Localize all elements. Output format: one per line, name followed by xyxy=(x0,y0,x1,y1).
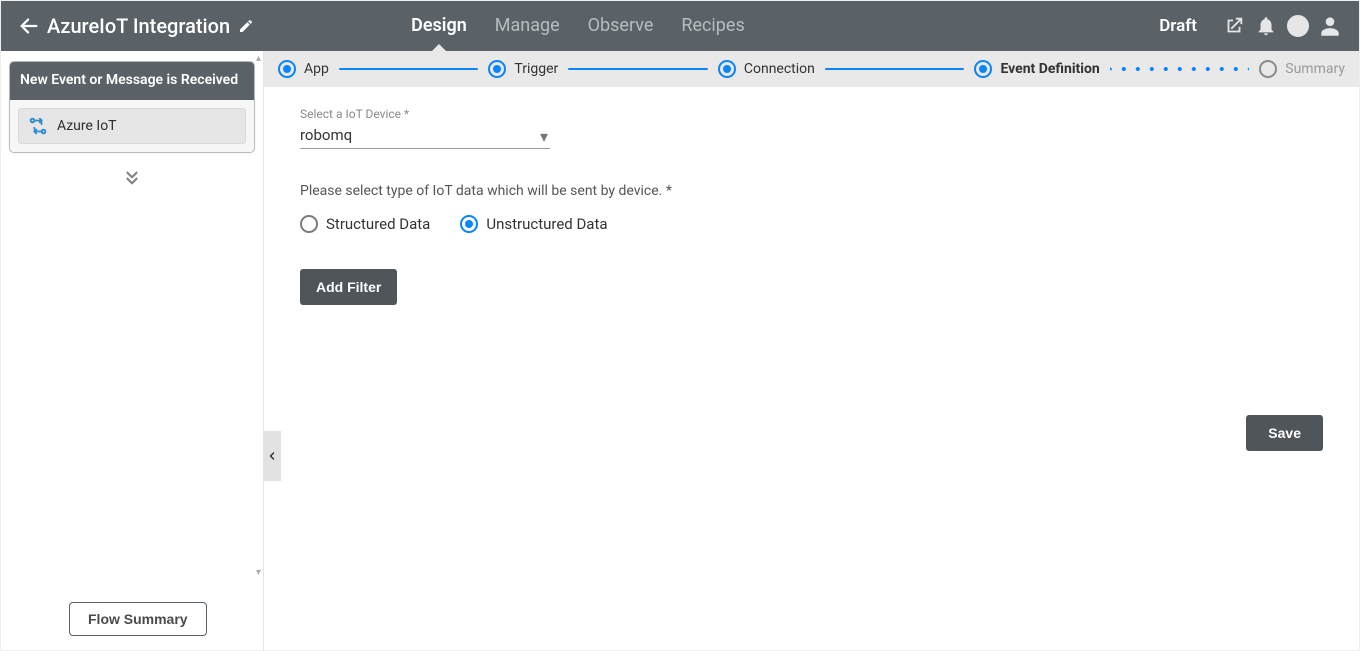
pencil-icon xyxy=(238,18,254,34)
scroll-down-icon: ▾ xyxy=(256,567,261,578)
sidebar: ▴ New Event or Message is Received Azure… xyxy=(1,51,263,650)
step-event-definition[interactable]: Event Definition xyxy=(974,60,1099,78)
radio-off-icon xyxy=(1259,60,1277,78)
data-type-hint: Please select type of IoT data which wil… xyxy=(300,183,1323,199)
help-button[interactable] xyxy=(1283,11,1313,41)
user-icon xyxy=(1317,13,1343,39)
step-label: Connection xyxy=(744,61,815,77)
step-label: Event Definition xyxy=(1000,61,1099,77)
step-label: Summary xyxy=(1285,61,1345,77)
step-connector xyxy=(825,68,965,70)
step-label: Trigger xyxy=(514,61,558,77)
step-trigger[interactable]: Trigger xyxy=(488,60,558,78)
nav-recipes[interactable]: Recipes xyxy=(681,15,744,38)
edit-title-button[interactable] xyxy=(236,16,256,36)
radio-on-icon xyxy=(488,60,506,78)
step-connector xyxy=(339,68,479,70)
account-button[interactable] xyxy=(1315,11,1345,41)
app-header: AzureIoT Integration Design Manage Obser… xyxy=(1,1,1359,51)
add-filter-button[interactable]: Add Filter xyxy=(300,269,397,305)
device-select[interactable]: robomq ▾ xyxy=(300,125,550,149)
notifications-button[interactable] xyxy=(1251,11,1281,41)
step-summary[interactable]: Summary xyxy=(1259,60,1345,78)
step-connector xyxy=(1110,67,1250,71)
form-area: Select a IoT Device * robomq ▾ Please se… xyxy=(264,87,1359,650)
radio-label: Structured Data xyxy=(326,215,430,233)
scroll-up-icon: ▴ xyxy=(256,53,261,64)
radio-on-icon xyxy=(974,60,992,78)
collapse-sidebar-button[interactable] xyxy=(263,431,281,481)
help-icon xyxy=(1286,14,1310,38)
radio-label: Unstructured Data xyxy=(486,215,607,233)
radio-structured-data[interactable]: Structured Data xyxy=(300,215,430,233)
radio-on-icon xyxy=(278,60,296,78)
radio-unstructured-data[interactable]: Unstructured Data xyxy=(460,215,607,233)
header-nav: Design Manage Observe Recipes xyxy=(411,15,745,38)
main-panel: App Trigger Connection Event Definition xyxy=(263,51,1359,650)
data-type-radio-group: Structured Data Unstructured Data xyxy=(300,215,1323,233)
bell-icon xyxy=(1255,15,1277,37)
step-connection[interactable]: Connection xyxy=(718,60,815,78)
expand-flow-button[interactable] xyxy=(9,169,255,192)
radio-on-icon xyxy=(718,60,736,78)
device-select-value: robomq xyxy=(300,126,352,144)
nav-observe[interactable]: Observe xyxy=(588,15,654,38)
page-title: AzureIoT Integration xyxy=(47,14,230,38)
status-label: Draft xyxy=(1159,16,1197,36)
back-button[interactable] xyxy=(15,12,43,40)
node-azure-iot[interactable]: Azure IoT xyxy=(18,108,246,144)
trigger-card-title: New Event or Message is Received xyxy=(10,62,254,100)
azure-iot-icon xyxy=(27,115,49,137)
nav-design[interactable]: Design xyxy=(411,15,467,38)
step-bar: App Trigger Connection Event Definition xyxy=(264,51,1359,87)
chevron-down-icon: ▾ xyxy=(540,127,548,146)
nav-manage[interactable]: Manage xyxy=(495,15,560,38)
device-field-label: Select a IoT Device * xyxy=(300,107,1323,121)
save-button[interactable]: Save xyxy=(1246,415,1323,451)
arrow-left-icon xyxy=(18,15,40,37)
radio-on-icon xyxy=(460,215,478,233)
step-connector xyxy=(568,68,708,70)
chevron-left-icon xyxy=(266,450,278,462)
chevron-double-down-icon xyxy=(123,169,141,187)
node-label: Azure IoT xyxy=(57,118,117,134)
radio-off-icon xyxy=(300,215,318,233)
open-external-icon xyxy=(1223,15,1245,37)
flow-summary-button[interactable]: Flow Summary xyxy=(69,602,207,636)
step-app[interactable]: App xyxy=(278,60,329,78)
step-label: App xyxy=(304,61,329,77)
body: ▴ New Event or Message is Received Azure… xyxy=(1,51,1359,650)
trigger-card: New Event or Message is Received Azure I… xyxy=(9,61,255,153)
open-external-button[interactable] xyxy=(1219,11,1249,41)
